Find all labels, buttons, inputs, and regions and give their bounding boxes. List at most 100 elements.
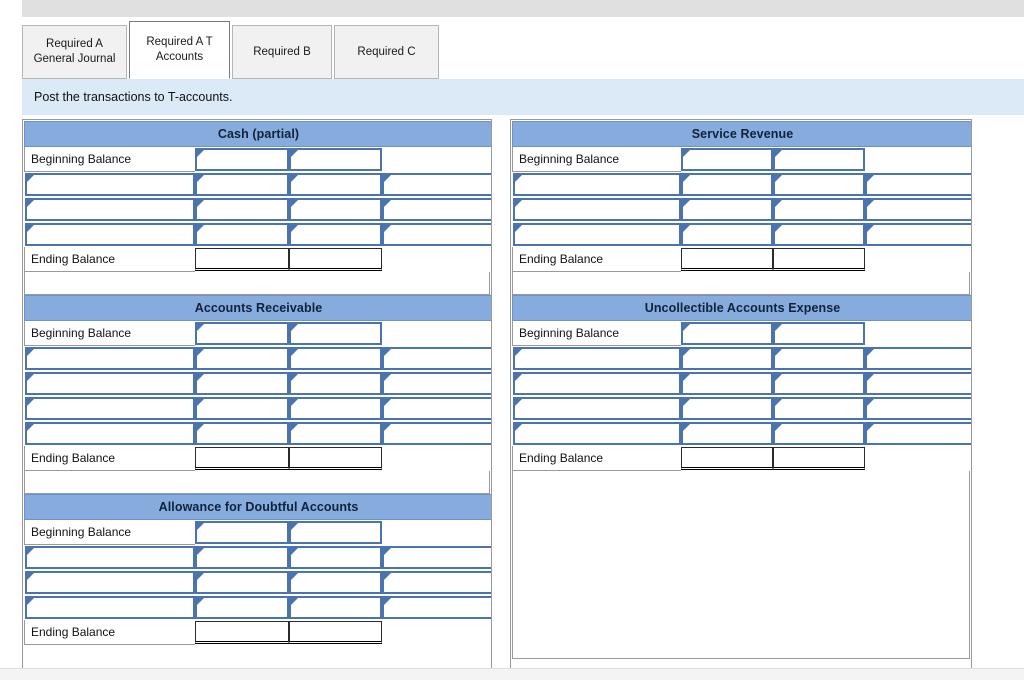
cell-cash-partial-entry-1-extra[interactable] — [381, 197, 491, 222]
cell-service-revenue-entry-1-description[interactable] — [512, 197, 681, 222]
cell-accounts-receivable-entry-3-credit[interactable] — [288, 421, 382, 446]
input-box[interactable] — [24, 371, 195, 395]
input-box[interactable] — [772, 421, 865, 445]
input-box[interactable] — [772, 346, 865, 370]
input-box[interactable] — [864, 222, 971, 246]
cell-service-revenue-entry-2-credit[interactable] — [772, 222, 865, 247]
cell-allowance-for-doubtful-accounts-entry-1-description[interactable] — [24, 570, 195, 595]
input-box[interactable] — [381, 595, 491, 619]
input-box[interactable] — [194, 421, 289, 445]
input-box[interactable] — [381, 172, 491, 196]
input-box[interactable] — [512, 396, 681, 420]
input-box[interactable] — [194, 396, 289, 420]
cell-accounts-receivable-balance-bb-debit[interactable] — [194, 321, 289, 346]
cell-service-revenue-entry-2-description[interactable] — [512, 222, 681, 247]
input-box[interactable] — [512, 222, 681, 246]
cell-accounts-receivable-entry-3-debit[interactable] — [194, 421, 289, 446]
cell-service-revenue-balance-bb-credit[interactable] — [772, 147, 865, 172]
input-box[interactable] — [288, 520, 382, 544]
cell-cash-partial-entry-0-extra[interactable] — [381, 172, 491, 197]
input-box[interactable] — [680, 147, 773, 171]
cell-accounts-receivable-balance-bb-credit[interactable] — [288, 321, 382, 346]
input-box[interactable] — [24, 172, 195, 196]
input-box[interactable] — [381, 421, 491, 445]
cell-uncollectible-accounts-expense-entry-0-debit[interactable] — [680, 346, 773, 371]
cell-uncollectible-accounts-expense-entry-3-description[interactable] — [512, 421, 681, 446]
cell-cash-partial-entry-0-debit[interactable] — [194, 172, 289, 197]
input-box[interactable] — [680, 321, 773, 345]
input-box[interactable] — [381, 570, 491, 594]
cell-uncollectible-accounts-expense-entry-0-credit[interactable] — [772, 346, 865, 371]
input-box[interactable] — [381, 197, 491, 221]
cell-uncollectible-accounts-expense-entry-2-debit[interactable] — [680, 396, 773, 421]
cell-uncollectible-accounts-expense-entry-0-extra[interactable] — [864, 346, 971, 371]
input-box[interactable] — [381, 396, 491, 420]
input-box[interactable] — [864, 396, 971, 420]
input-box[interactable] — [24, 197, 195, 221]
input-box[interactable] — [772, 321, 865, 345]
cell-accounts-receivable-entry-0-description[interactable] — [24, 346, 195, 371]
cell-allowance-for-doubtful-accounts-entry-0-credit[interactable] — [288, 545, 382, 570]
input-box[interactable] — [864, 172, 971, 196]
input-box[interactable] — [512, 421, 681, 445]
cell-cash-partial-entry-0-description[interactable] — [24, 172, 195, 197]
input-box[interactable] — [194, 321, 289, 345]
cell-uncollectible-accounts-expense-entry-2-description[interactable] — [512, 396, 681, 421]
cell-allowance-for-doubtful-accounts-entry-1-credit[interactable] — [288, 570, 382, 595]
cell-service-revenue-entry-1-debit[interactable] — [680, 197, 773, 222]
input-box[interactable] — [194, 520, 289, 544]
input-box[interactable] — [772, 172, 865, 196]
cell-cash-partial-entry-0-credit[interactable] — [288, 172, 382, 197]
input-box[interactable] — [288, 197, 382, 221]
input-box[interactable] — [288, 222, 382, 246]
input-box[interactable] — [512, 197, 681, 221]
input-box[interactable] — [772, 396, 865, 420]
input-box[interactable] — [381, 346, 491, 370]
cell-accounts-receivable-entry-1-debit[interactable] — [194, 371, 289, 396]
input-box[interactable] — [288, 595, 382, 619]
input-box[interactable] — [680, 421, 773, 445]
input-box[interactable] — [772, 222, 865, 246]
input-box[interactable] — [194, 371, 289, 395]
cell-uncollectible-accounts-expense-entry-2-credit[interactable] — [772, 396, 865, 421]
input-box[interactable] — [864, 421, 971, 445]
cell-uncollectible-accounts-expense-entry-1-credit[interactable] — [772, 371, 865, 396]
input-box[interactable] — [194, 346, 289, 370]
cell-service-revenue-entry-0-debit[interactable] — [680, 172, 773, 197]
input-box[interactable] — [680, 222, 773, 246]
input-box[interactable] — [772, 197, 865, 221]
cell-cash-partial-entry-1-debit[interactable] — [194, 197, 289, 222]
input-box[interactable] — [24, 222, 195, 246]
cell-accounts-receivable-entry-1-description[interactable] — [24, 371, 195, 396]
input-box[interactable] — [512, 172, 681, 196]
cell-uncollectible-accounts-expense-entry-3-debit[interactable] — [680, 421, 773, 446]
cell-cash-partial-entry-2-debit[interactable] — [194, 222, 289, 247]
input-box[interactable] — [864, 346, 971, 370]
cell-accounts-receivable-entry-2-description[interactable] — [24, 396, 195, 421]
input-box[interactable] — [194, 147, 289, 171]
cell-service-revenue-balance-bb-debit[interactable] — [680, 147, 773, 172]
input-box[interactable] — [194, 545, 289, 569]
cell-accounts-receivable-entry-3-description[interactable] — [24, 421, 195, 446]
cell-allowance-for-doubtful-accounts-balance-bb-debit[interactable] — [194, 520, 289, 545]
cell-allowance-for-doubtful-accounts-entry-0-description[interactable] — [24, 545, 195, 570]
input-box[interactable] — [24, 570, 195, 594]
input-box[interactable] — [680, 371, 773, 395]
input-box[interactable] — [680, 197, 773, 221]
tab-required-c[interactable]: Required C — [334, 25, 439, 79]
input-box[interactable] — [24, 545, 195, 569]
input-box[interactable] — [288, 545, 382, 569]
cell-service-revenue-entry-1-extra[interactable] — [864, 197, 971, 222]
cell-cash-partial-entry-2-description[interactable] — [24, 222, 195, 247]
cell-uncollectible-accounts-expense-balance-bb-credit[interactable] — [772, 321, 865, 346]
cell-allowance-for-doubtful-accounts-entry-2-credit[interactable] — [288, 595, 382, 620]
cell-allowance-for-doubtful-accounts-entry-0-extra[interactable] — [381, 545, 491, 570]
input-box[interactable] — [288, 396, 382, 420]
cell-accounts-receivable-entry-1-credit[interactable] — [288, 371, 382, 396]
cell-cash-partial-balance-bb-debit[interactable] — [194, 147, 289, 172]
input-box[interactable] — [194, 570, 289, 594]
input-box[interactable] — [24, 595, 195, 619]
cell-accounts-receivable-entry-1-extra[interactable] — [381, 371, 491, 396]
input-box[interactable] — [288, 421, 382, 445]
cell-accounts-receivable-entry-0-debit[interactable] — [194, 346, 289, 371]
